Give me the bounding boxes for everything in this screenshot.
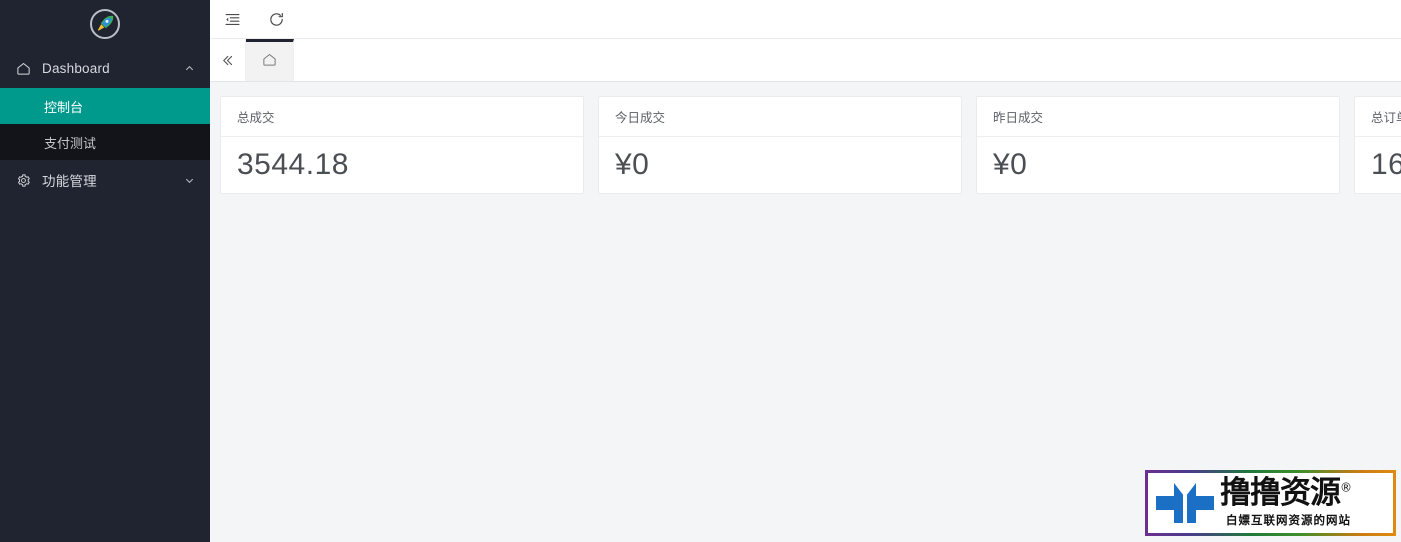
watermark: 撸撸资源® 白嫖互联网资源的网站 bbox=[1145, 470, 1396, 536]
watermark-text: 撸撸资源® 白嫖互联网资源的网站 bbox=[1220, 475, 1352, 528]
stat-card-row: 总成交 3544.18 今日成交 ¥0 昨日成交 ¥0 总订单 16 bbox=[220, 96, 1401, 194]
stat-card-title: 昨日成交 bbox=[977, 97, 1339, 137]
stat-card-total-transactions: 总成交 3544.18 bbox=[220, 96, 584, 194]
nav-group-dashboard: Dashboard 控制台 支付测试 bbox=[0, 48, 210, 160]
sidebar-item-label: Dashboard bbox=[42, 60, 110, 76]
tab-home[interactable] bbox=[246, 39, 294, 81]
sidebar-subitem-label: 控制台 bbox=[44, 99, 84, 115]
stat-card-yesterday-transactions: 昨日成交 ¥0 bbox=[976, 96, 1340, 194]
stat-card-total-orders: 总订单 16 bbox=[1354, 96, 1401, 194]
nav-group-function: 功能管理 bbox=[0, 160, 210, 200]
double-chevron-left-icon[interactable] bbox=[210, 39, 246, 81]
sidebar-item-label: 功能管理 bbox=[42, 174, 97, 189]
watermark-subtitle: 白嫖互联网资源的网站 bbox=[1226, 513, 1351, 527]
registered-mark: ® bbox=[1340, 480, 1352, 495]
sidebar-item-console[interactable]: 控制台 bbox=[0, 88, 210, 124]
home-icon bbox=[14, 59, 32, 77]
arrows-mark-icon bbox=[1154, 477, 1216, 529]
rocket-icon bbox=[90, 9, 120, 39]
watermark-inner: 撸撸资源® 白嫖互联网资源的网站 bbox=[1148, 473, 1393, 533]
chevron-down-icon[interactable] bbox=[182, 173, 196, 187]
app-root: Dashboard 控制台 支付测试 功能管理 总成交 3544.18 今日成交… bbox=[0, 0, 1401, 542]
menu-fold-icon[interactable] bbox=[210, 0, 254, 39]
sidebar-item-function-management[interactable]: 功能管理 bbox=[0, 160, 210, 200]
stat-card-value: 16 bbox=[1371, 148, 1401, 181]
tabbar bbox=[210, 39, 1401, 82]
watermark-title-text: 撸撸资源 bbox=[1220, 475, 1341, 511]
topbar bbox=[210, 0, 1401, 39]
stat-card-title: 今日成交 bbox=[599, 97, 961, 137]
stat-card-value: ¥0 bbox=[615, 148, 650, 181]
logo[interactable] bbox=[0, 0, 210, 48]
stat-card-value: 3544.18 bbox=[237, 148, 349, 181]
gear-icon bbox=[14, 171, 32, 189]
main-area: 总成交 3544.18 今日成交 ¥0 昨日成交 ¥0 总订单 16 bbox=[210, 0, 1401, 542]
sidebar-item-payment-test[interactable]: 支付测试 bbox=[0, 124, 210, 160]
chevron-up-icon[interactable] bbox=[182, 61, 196, 75]
home-icon bbox=[262, 52, 277, 72]
watermark-title: 撸撸资源® bbox=[1220, 475, 1352, 511]
submenu-dashboard: 控制台 支付测试 bbox=[0, 88, 210, 160]
refresh-icon[interactable] bbox=[254, 0, 298, 39]
sidebar-item-dashboard[interactable]: Dashboard bbox=[0, 48, 210, 88]
stat-card-title: 总成交 bbox=[221, 97, 583, 137]
sidebar: Dashboard 控制台 支付测试 功能管理 bbox=[0, 0, 210, 542]
stat-card-today-transactions: 今日成交 ¥0 bbox=[598, 96, 962, 194]
sidebar-subitem-label: 支付测试 bbox=[44, 135, 97, 151]
stat-card-value: ¥0 bbox=[993, 148, 1028, 181]
stat-card-title: 总订单 bbox=[1355, 97, 1401, 137]
